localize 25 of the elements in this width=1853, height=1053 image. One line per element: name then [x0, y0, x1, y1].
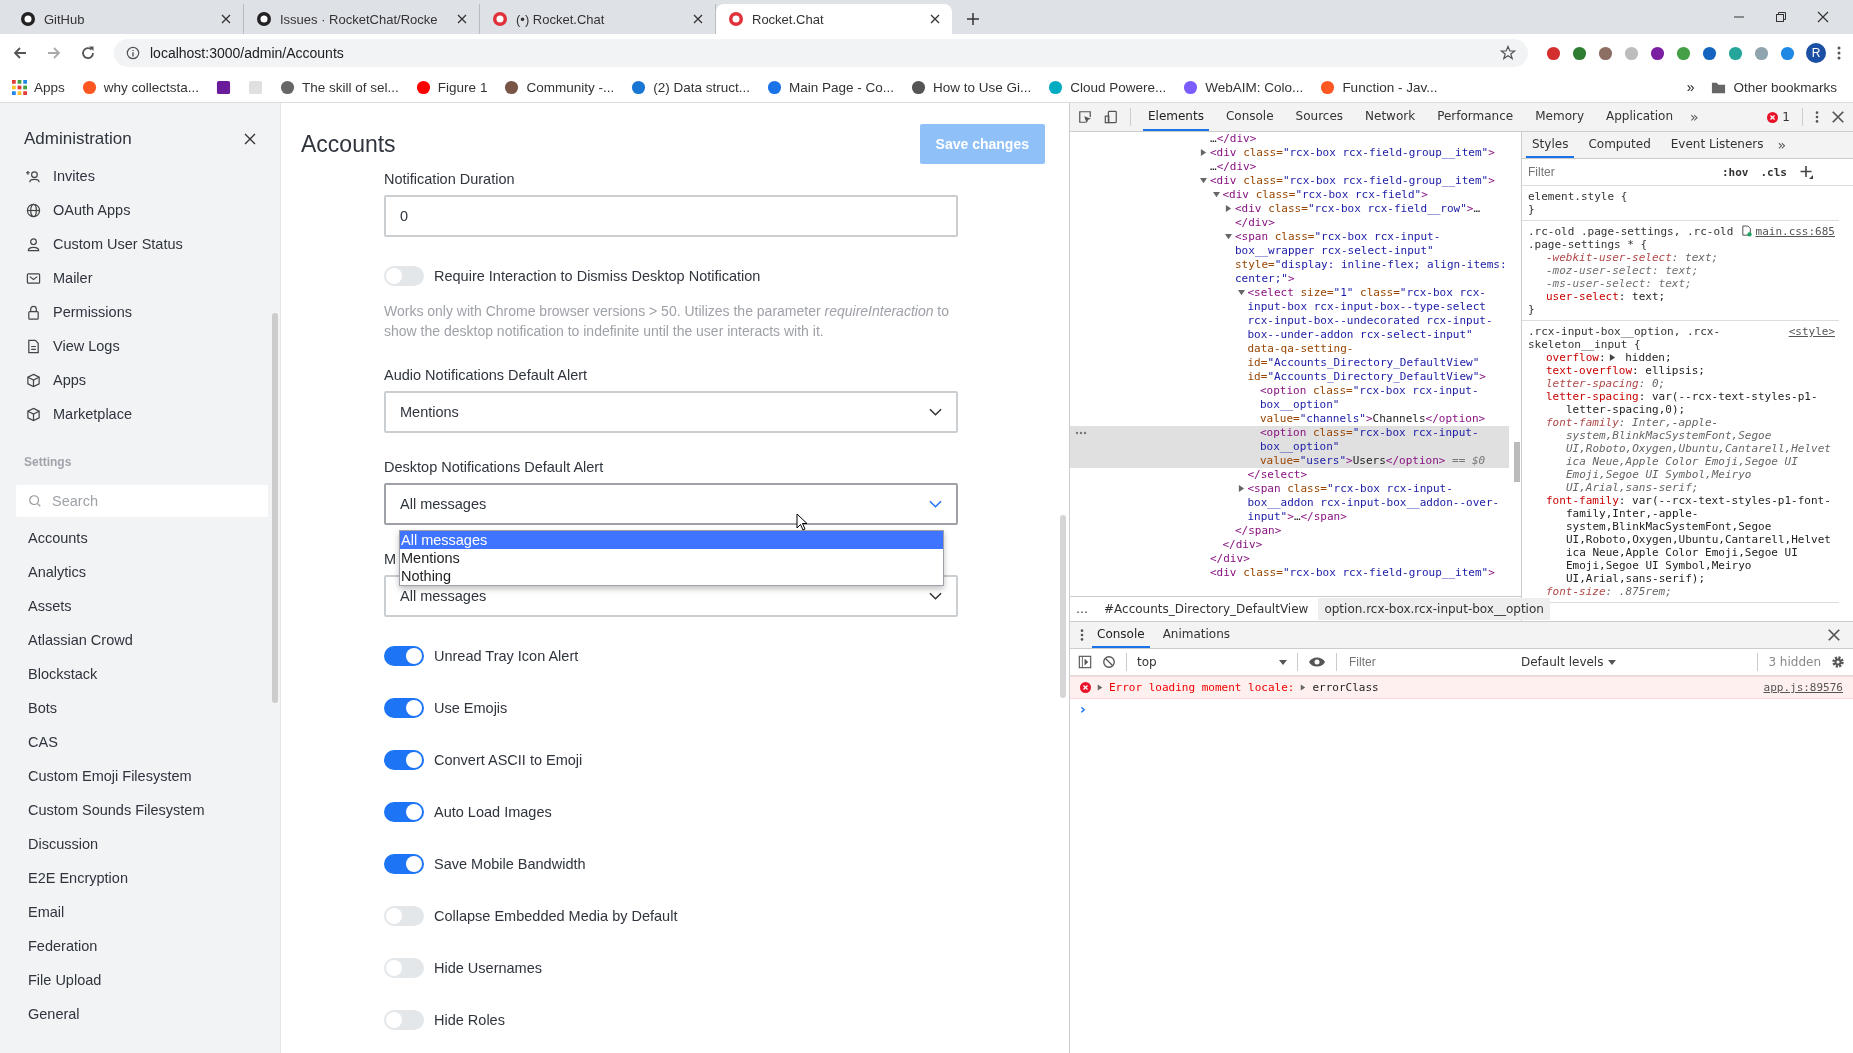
toggle-label: Convert ASCII to Emoji: [434, 752, 583, 768]
help-text: Works only with Chrome browser versions > 50. Utilizes the parameter requireInteraction to show the desktop notification to indefinite until the user interacts with it.: [384, 302, 951, 341]
toggle-label: Use Emojis: [434, 700, 508, 716]
css-selector: element.style {: [1528, 190, 1628, 203]
css-brace: }: [1528, 303, 1536, 316]
toggle-label: Require Interaction to Dismiss Desktop Notification: [434, 268, 761, 284]
css-selector: .rc-old .page-settings, .rc-old .page-settings * {: [1528, 225, 1735, 251]
section-heading: Settings: [23, 454, 73, 471]
toggle-label: Hide Usernames: [434, 960, 542, 976]
css-selector: .rcx-input-box__option, .rcx-skeleton__input {: [1528, 325, 1722, 351]
page-title: Accounts: [301, 130, 396, 158]
css-brace: }: [1528, 203, 1536, 216]
toggle-label: Collapse Embedded Media by Default: [434, 908, 678, 924]
message-text: Error loading moment locale:: [1109, 681, 1295, 694]
toggle-label: Unread Tray Icon Alert: [434, 648, 579, 664]
toggle-label: Save Mobile Bandwidth: [434, 856, 586, 872]
field-label: M: [384, 551, 397, 567]
field-label: Audio Notifications Default Alert: [384, 367, 588, 383]
field-label: Desktop Notifications Default Alert: [384, 459, 604, 475]
field-label: Notification Duration: [384, 171, 515, 187]
sidebar-title: Administration: [24, 129, 132, 149]
hidden-count: 3 hidden: [1768, 655, 1821, 669]
toggle-label: Auto Load Images: [434, 804, 552, 820]
toggle-label: Hide Roles: [434, 1012, 505, 1028]
error-count-text: 1: [1782, 110, 1790, 124]
